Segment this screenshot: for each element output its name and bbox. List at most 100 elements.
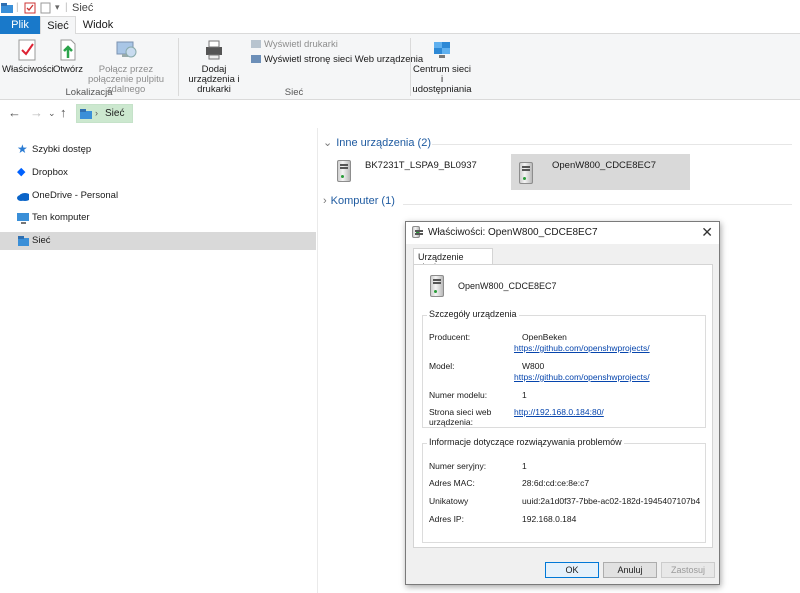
- title-bar: | ▾ | Sieć: [0, 0, 800, 16]
- network-device-icon: [337, 160, 351, 182]
- web-page-icon: [251, 55, 261, 64]
- network-center-label: Centrum sieci i udostępniania: [412, 64, 472, 95]
- group-header-computer[interactable]: › Komputer (1): [323, 195, 395, 207]
- ribbon: Właściwości Otwórz Połącz przez połączen…: [0, 34, 800, 100]
- properties-icon: [18, 39, 36, 61]
- manufacturer-value: OpenBeken: [522, 332, 567, 342]
- separator: |: [65, 2, 68, 13]
- properties-label: Właściwości: [2, 64, 54, 75]
- close-icon[interactable]: ✕: [701, 224, 713, 241]
- sidebar-item-onedrive[interactable]: OneDrive - Personal: [0, 187, 316, 205]
- navigation-bar: ← → ⌄ ↑ › Sieć: [0, 101, 800, 127]
- customize-qa-chevron-icon[interactable]: ▾: [55, 2, 60, 14]
- manufacturer-label: Producent:: [429, 332, 471, 342]
- group-label-network: Sieć: [284, 87, 304, 98]
- group-divider: [403, 204, 792, 205]
- model-number-label: Numer modelu:: [429, 390, 488, 400]
- device-name: OpenW800_CDCE8EC7: [552, 160, 657, 171]
- device-name: OpenW800_CDCE8EC7: [458, 281, 557, 291]
- model-number-value: 1: [522, 390, 527, 400]
- properties-quick-icon[interactable]: [24, 2, 36, 14]
- remote-desktop-icon: [116, 41, 137, 58]
- group-divider: [432, 144, 792, 145]
- network-center-icon: [434, 42, 450, 58]
- dialog-title-bar[interactable]: Właściwości: OpenW800_CDCE8EC7 ✕: [406, 222, 719, 244]
- properties-button[interactable]: Właściwości: [2, 38, 54, 75]
- sidebar-item-network[interactable]: Sieć: [0, 232, 316, 250]
- breadcrumb[interactable]: Sieć: [105, 108, 124, 119]
- network-icon: [80, 109, 92, 119]
- recent-locations-chevron-icon[interactable]: ⌄: [48, 108, 56, 119]
- ok-button[interactable]: OK: [545, 562, 599, 578]
- sidebar-item-dropbox[interactable]: ◆ Dropbox: [0, 164, 316, 182]
- breadcrumb-chevron-icon: ›: [95, 108, 98, 118]
- device-name: BK7231T_LSPA9_BL0937: [365, 160, 477, 171]
- cloud-icon: [17, 193, 29, 201]
- unique-id-value: uuid:2a1d0f37-7bbe-ac02-182d-1945407107b…: [522, 496, 701, 506]
- computer-icon: [17, 213, 29, 224]
- device-bk7231t[interactable]: BK7231T_LSPA9_BL0937: [333, 154, 493, 190]
- tab-network-device[interactable]: Urządzenie sieciowe: [413, 248, 493, 272]
- printer-icon: [251, 40, 261, 49]
- group-legend: Szczegóły urządzenia: [427, 309, 519, 319]
- serial-value: 1: [522, 461, 527, 471]
- network-center-button[interactable]: Centrum sieci i udostępniania: [412, 38, 472, 95]
- properties-dialog: Właściwości: OpenW800_CDCE8EC7 ✕ Urządze…: [405, 221, 720, 585]
- network-folder-icon: [1, 3, 13, 13]
- sidebar-item-label: Szybki dostęp: [32, 144, 92, 155]
- dialog-title: Właściwości: OpenW800_CDCE8EC7: [428, 227, 598, 238]
- network-device-icon: [412, 226, 423, 238]
- ribbon-separator: [410, 38, 411, 96]
- group-header-other-devices[interactable]: ⌄ Inne urządzenia (2): [323, 136, 431, 149]
- sidebar-item-label: Ten komputer: [32, 212, 90, 223]
- show-printers-button[interactable]: Wyświetl drukarki: [251, 39, 338, 50]
- tab-network[interactable]: Sieć: [40, 16, 76, 35]
- device-openw800[interactable]: OpenW800_CDCE8EC7: [511, 154, 690, 190]
- chevron-down-icon: ⌄: [323, 137, 333, 149]
- show-web-page-button[interactable]: Wyświetl stronę sieci Web urządzenia: [251, 54, 423, 65]
- ip-value: 192.168.0.184: [522, 514, 577, 524]
- web-page-label: Strona sieci web urządzenia:: [429, 407, 492, 427]
- window-title: Sieć: [72, 2, 94, 14]
- open-label: Otwórz: [52, 64, 84, 75]
- back-arrow-icon[interactable]: ←: [8, 105, 21, 120]
- group-legend: Informacje dotyczące rozwiązywania probl…: [427, 437, 624, 447]
- serial-label: Numer seryjny:: [429, 461, 487, 471]
- sidebar-item-this-pc[interactable]: Ten komputer: [0, 209, 316, 227]
- ribbon-tabs: Plik Sieć Widok: [0, 16, 800, 35]
- star-icon: ★: [17, 142, 28, 156]
- group-header-label: Inne urządzenia (2): [336, 137, 431, 149]
- troubleshooting-group: Informacje dotyczące rozwiązywania probl…: [422, 437, 706, 543]
- chevron-right-icon: ›: [323, 195, 327, 207]
- tab-view[interactable]: Widok: [78, 16, 118, 34]
- network-device-icon: [519, 162, 533, 184]
- cancel-button[interactable]: Anuluj: [603, 562, 657, 578]
- web-page-link[interactable]: http://192.168.0.184:80/: [514, 407, 604, 417]
- up-arrow-icon[interactable]: ↑: [60, 105, 67, 120]
- manufacturer-link[interactable]: https://github.com/openshwprojects/: [514, 343, 650, 353]
- group-header-label: Komputer (1): [330, 195, 395, 207]
- dropbox-icon: ◆: [17, 166, 26, 178]
- open-icon: [60, 39, 76, 61]
- forward-arrow-icon[interactable]: →: [30, 105, 43, 120]
- apply-button[interactable]: Zastosuj: [661, 562, 715, 578]
- open-button[interactable]: Otwórz: [52, 38, 84, 75]
- sidebar-item-label: Dropbox: [32, 167, 68, 178]
- navigation-pane: ★ Szybki dostęp ◆ Dropbox OneDrive - Per…: [0, 128, 318, 593]
- network-icon: [18, 236, 29, 246]
- ip-label: Adres IP:: [429, 514, 464, 524]
- sidebar-item-label: Sieć: [32, 235, 51, 246]
- sidebar-item-quick-access[interactable]: ★ Szybki dostęp: [0, 141, 316, 159]
- sidebar-item-label: OneDrive - Personal: [32, 190, 119, 201]
- model-link[interactable]: https://github.com/openshwprojects/: [514, 372, 650, 382]
- new-folder-quick-icon[interactable]: [40, 2, 52, 14]
- mac-value: 28:6d:cd:ce:8e:c7: [522, 478, 590, 488]
- show-web-page-label: Wyświetl stronę sieci Web urządzenia: [264, 54, 424, 65]
- tab-file[interactable]: Plik: [0, 16, 40, 34]
- dialog-panel: OpenW800_CDCE8EC7 Szczegóły urządzenia P…: [413, 264, 713, 548]
- group-label-location: Lokalizacja: [65, 87, 113, 98]
- model-value: W800: [522, 361, 545, 371]
- address-bar[interactable]: › Sieć: [76, 104, 133, 123]
- mac-label: Adres MAC:: [429, 478, 475, 488]
- model-label: Model:: [429, 361, 455, 371]
